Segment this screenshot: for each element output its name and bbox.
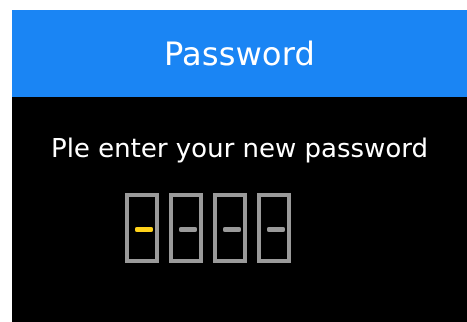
pin-digit-1[interactable] bbox=[125, 193, 159, 263]
pin-digit-2[interactable] bbox=[169, 193, 203, 263]
dialog-header: Password bbox=[12, 10, 467, 97]
password-prompt: Ple enter your new password bbox=[51, 134, 428, 164]
placeholder-dash-icon bbox=[179, 227, 197, 232]
cursor-dash-icon bbox=[135, 227, 153, 232]
password-dialog: Password Ple enter your new password bbox=[12, 10, 467, 322]
dialog-title: Password bbox=[163, 34, 316, 73]
pin-input-row[interactable] bbox=[125, 193, 291, 263]
pin-digit-4[interactable] bbox=[257, 193, 291, 263]
placeholder-dash-icon bbox=[267, 227, 285, 232]
pin-digit-3[interactable] bbox=[213, 193, 247, 263]
placeholder-dash-icon bbox=[223, 227, 241, 232]
